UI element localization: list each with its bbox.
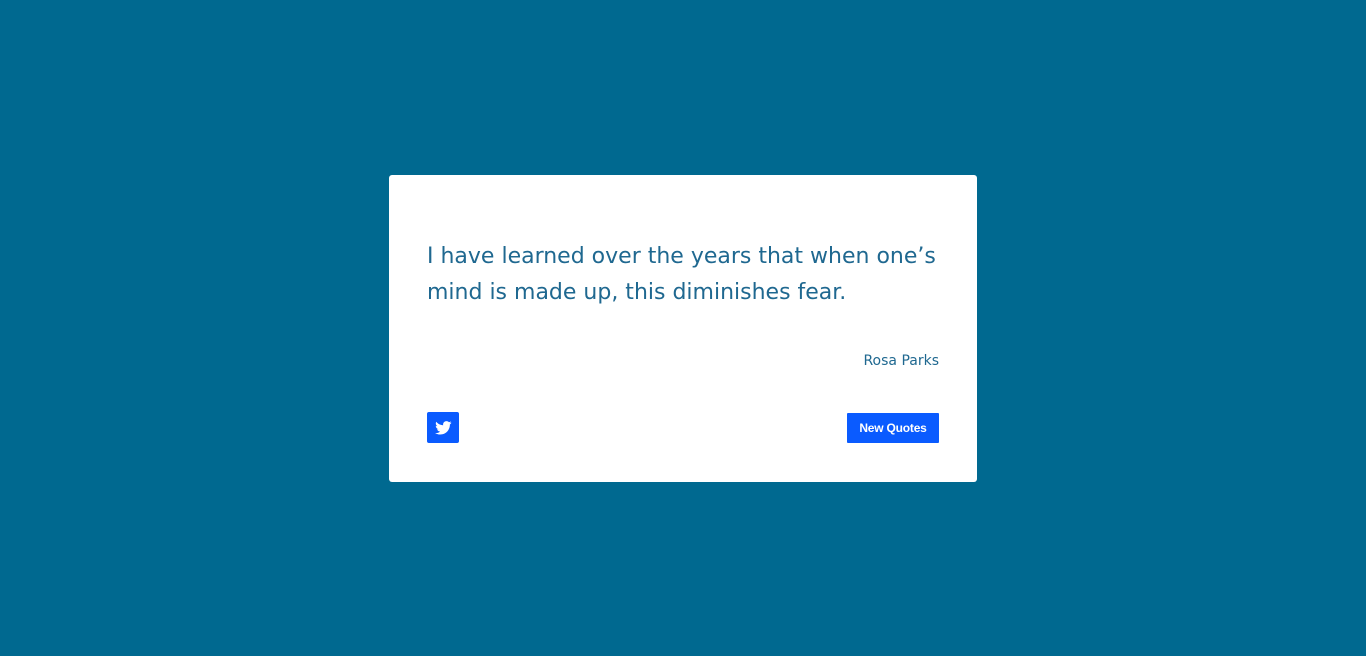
new-quote-button[interactable]: New Quotes <box>847 413 939 443</box>
tweet-quote-button[interactable] <box>427 412 459 443</box>
quote-author: Rosa Parks <box>863 353 939 369</box>
quote-text: I have learned over the years that when … <box>427 244 936 305</box>
quote-card: I have learned over the years that when … <box>389 175 977 482</box>
twitter-icon <box>434 420 452 435</box>
